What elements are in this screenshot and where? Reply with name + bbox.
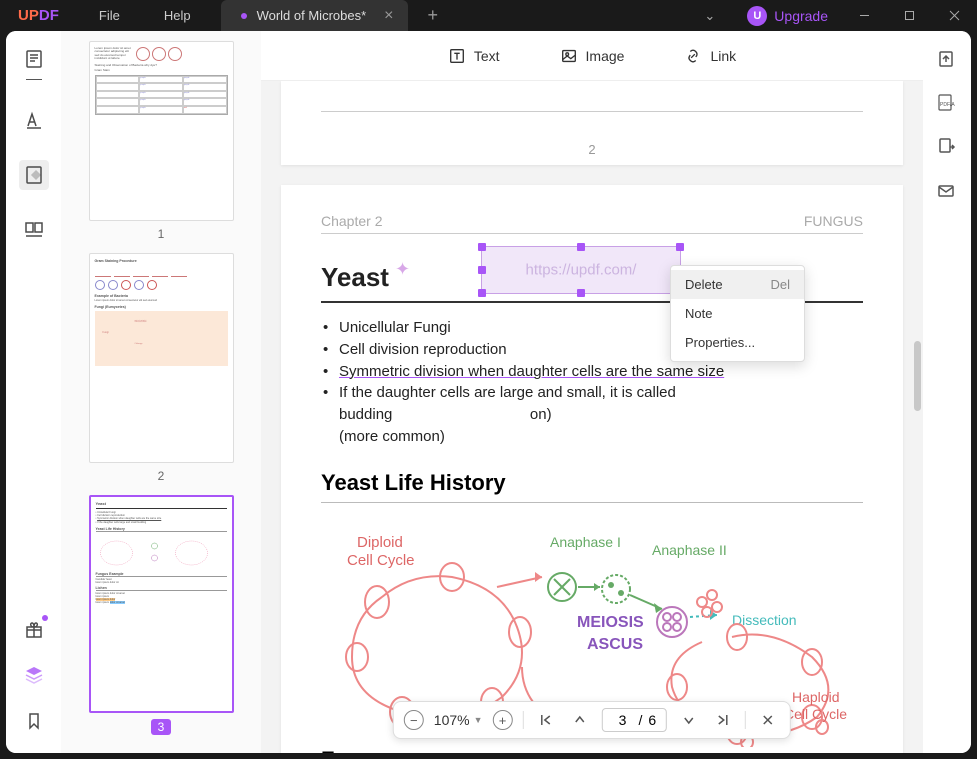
list-item: If the daughter cells are large and smal… (321, 382, 863, 447)
page-topic: FUNGUS (804, 213, 863, 229)
annotate-icon[interactable] (22, 108, 46, 132)
edit-text-button[interactable]: Text (448, 47, 500, 65)
edit-image-label: Image (586, 48, 625, 64)
tab-indicator-icon (241, 13, 247, 19)
heading-yeast: Yeast (321, 262, 389, 293)
resize-handle-icon[interactable] (478, 266, 486, 274)
edit-link-button[interactable]: Link (684, 47, 736, 65)
titlebar: UPDF File Help World of Microbes* × + ⌄ … (0, 0, 977, 31)
reader-mode-icon[interactable] (22, 47, 46, 71)
thumbnail-page-3[interactable]: Yeast • Unicellular Fungi• Cell division… (89, 495, 234, 713)
prev-page-button[interactable] (568, 708, 592, 732)
svg-text:Cell Cycle: Cell Cycle (784, 706, 847, 722)
window-maximize-button[interactable] (887, 0, 932, 31)
svg-text:Cell Cycle: Cell Cycle (347, 552, 415, 569)
svg-text:Anaphase II: Anaphase II (652, 542, 727, 558)
close-bar-button[interactable] (756, 708, 780, 732)
svg-text:PDF/A: PDF/A (940, 102, 955, 108)
thumbnail-number: 2 (158, 469, 165, 483)
left-toolbar (6, 31, 61, 753)
context-menu: Delete Del Note Properties... (670, 265, 805, 362)
thumbnail-page-1[interactable]: Lorem ipsum dolor sit amet consectetur a… (89, 41, 234, 221)
heading-fungus: Fungu (321, 747, 863, 754)
first-page-button[interactable] (534, 708, 558, 732)
resize-handle-icon[interactable] (676, 243, 684, 251)
last-page-button[interactable] (711, 708, 735, 732)
shortcut-label: Del (770, 277, 790, 292)
document-tab[interactable]: World of Microbes* × (221, 0, 408, 31)
titlebar-dropdown-icon[interactable]: ⌄ (686, 8, 733, 24)
context-menu-note[interactable]: Note (671, 299, 804, 328)
watermark-text: https://updf.com/ (526, 262, 637, 279)
window-close-button[interactable] (932, 0, 977, 31)
resize-handle-icon[interactable] (478, 243, 486, 251)
edit-mode-icon[interactable] (19, 160, 49, 190)
save-as-icon[interactable] (936, 137, 958, 159)
previous-page-tail: 2 (281, 81, 903, 165)
svg-text:Diploid: Diploid (357, 534, 403, 551)
export-icon[interactable] (936, 49, 958, 71)
vertical-scrollbar[interactable] (914, 341, 921, 411)
resize-handle-icon[interactable] (478, 289, 486, 297)
sparkle-icon: ✦ (395, 259, 410, 280)
zoom-out-button[interactable]: − (404, 710, 424, 730)
thumbnail-number: 3 (151, 719, 172, 735)
edit-link-label: Link (710, 48, 736, 64)
page-number-input[interactable]: / 6 (602, 708, 668, 732)
window-minimize-button[interactable] (842, 0, 887, 31)
context-menu-delete[interactable]: Delete Del (671, 270, 804, 299)
selected-annotation-box[interactable]: https://updf.com/ (481, 246, 681, 294)
app-body: Lorem ipsum dolor sit amet consectetur a… (6, 31, 971, 753)
thumbnail-panel: Lorem ipsum dolor sit amet consectetur a… (61, 31, 261, 753)
thumbnail-number: 1 (158, 227, 165, 241)
layers-icon[interactable] (22, 663, 46, 687)
next-page-button[interactable] (677, 708, 701, 732)
svg-text:Haploid: Haploid (792, 689, 839, 705)
edit-toolbar: Text Image Link (261, 31, 923, 81)
document-page: Chapter 2 FUNGUS Yeast ✦ https://updf.co… (281, 185, 903, 753)
bookmark-icon[interactable] (22, 709, 46, 733)
new-tab-button[interactable]: + (408, 5, 459, 26)
zoom-in-button[interactable]: + (493, 710, 513, 730)
current-page-field[interactable] (613, 712, 633, 728)
share-email-icon[interactable] (936, 181, 958, 203)
gift-icon[interactable] (22, 617, 46, 641)
main-viewport: Text Image Link 2 Chapter 2 FUNGUS (261, 31, 923, 753)
pdfa-icon[interactable]: PDF/A (936, 93, 958, 115)
tab-title: World of Microbes* (257, 8, 367, 23)
organize-icon[interactable] (22, 218, 46, 242)
edit-image-button[interactable]: Image (560, 47, 625, 65)
svg-text:MEIOSIS: MEIOSIS (577, 614, 644, 631)
page-navigation-bar: − 107%▼ + / 6 (393, 701, 791, 739)
context-menu-properties[interactable]: Properties... (671, 328, 804, 357)
list-item: Symmetric division when daughter cells a… (321, 361, 863, 383)
menu-help[interactable]: Help (142, 8, 213, 23)
right-toolbar: PDF/A (923, 31, 971, 753)
page-chapter: Chapter 2 (321, 213, 382, 229)
menu-file[interactable]: File (77, 8, 142, 23)
resize-handle-icon[interactable] (577, 289, 585, 297)
upgrade-label: Upgrade (774, 8, 828, 24)
resize-handle-icon[interactable] (577, 243, 585, 251)
heading-history: Yeast Life History (321, 470, 863, 496)
svg-text:Anaphase I: Anaphase I (550, 534, 621, 550)
app-logo: UPDF (0, 7, 77, 24)
tab-close-icon[interactable]: × (384, 7, 393, 25)
page-scroll-area[interactable]: 2 Chapter 2 FUNGUS Yeast ✦ https://updf.… (261, 81, 923, 753)
edit-text-label: Text (474, 48, 500, 64)
svg-text:ASCUS: ASCUS (587, 636, 643, 653)
zoom-level-display[interactable]: 107%▼ (434, 712, 483, 728)
total-pages: 6 (648, 712, 656, 728)
thumbnail-page-2[interactable]: Gram Staining Procedure Example of Bacte… (89, 253, 234, 463)
upgrade-button[interactable]: U Upgrade (733, 6, 842, 26)
upgrade-badge-icon: U (747, 6, 767, 26)
page-footer-number: 2 (321, 142, 863, 157)
